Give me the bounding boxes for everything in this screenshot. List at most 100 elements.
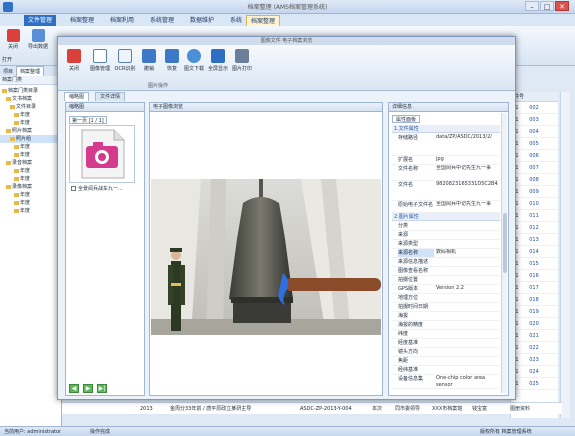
tab-file-details[interactable]: 文件详情 <box>95 92 126 101</box>
property-row[interactable]: 存储路径 data/ZP/ASDC/2013/2/ <box>392 134 500 156</box>
property-row[interactable]: 来源信息描述 <box>392 258 500 267</box>
table-row[interactable]: 1 007 <box>511 162 558 174</box>
tree-item-selected[interactable]: 照片组 <box>0 135 61 143</box>
property-row[interactable]: 文件名称 全国阅兵中记先生九一事 <box>392 165 500 181</box>
property-row[interactable]: 来源 <box>392 231 500 240</box>
tree-item[interactable]: 档案门类目录 <box>0 87 61 95</box>
image-thumbnail[interactable] <box>69 125 135 183</box>
property-row[interactable]: 图像查看名称 <box>392 267 500 276</box>
thumbnail-checkbox[interactable]: 全景阅兵战车九一... <box>71 185 143 193</box>
minimize-button[interactable]: – <box>525 1 539 11</box>
undo-button[interactable]: 撤销 <box>138 49 160 72</box>
tree-item[interactable]: 文书档案 <box>0 95 61 103</box>
table-row[interactable]: 1 018 <box>511 294 558 306</box>
file-properties-group[interactable]: 1.文件属性 <box>392 125 500 133</box>
property-row[interactable]: 焦距 <box>392 357 500 366</box>
table-row[interactable]: 1 015 <box>511 258 558 270</box>
property-row[interactable]: 扩展名 jpg <box>392 156 500 165</box>
tree-item[interactable]: 年度 <box>0 167 61 175</box>
property-row[interactable]: 纬度 <box>392 330 500 339</box>
table-row[interactable]: 1 021 <box>511 330 558 342</box>
close-button[interactable]: 关闭 <box>3 29 23 50</box>
maximize-button[interactable]: □ <box>540 1 554 11</box>
table-row[interactable]: 1 006 <box>511 150 558 162</box>
scroll-thumb[interactable] <box>503 213 507 273</box>
table-row[interactable]: 1 009 <box>511 186 558 198</box>
last-page-button[interactable]: ▶| <box>97 384 107 393</box>
tree-item[interactable]: 年度 <box>0 207 61 215</box>
tab-archive-use[interactable]: 档案利用 <box>106 15 138 26</box>
table-row[interactable]: 1 020 <box>511 318 558 330</box>
tree-item[interactable]: 文件目录 <box>0 103 61 111</box>
redo-button[interactable]: 恢复 <box>161 49 183 72</box>
tree-item[interactable]: 年度 <box>0 175 61 183</box>
table-row[interactable]: 1 002 <box>511 102 558 114</box>
property-row[interactable]: 分类 <box>392 222 500 231</box>
tree-item[interactable]: 年度 <box>0 119 61 127</box>
table-row[interactable]: 1 019 <box>511 306 558 318</box>
ocr-button[interactable]: OCR识别 <box>114 49 136 72</box>
tab-data-maintain[interactable]: 数据维护 <box>186 15 218 26</box>
property-row[interactable]: 地理方位 <box>392 294 500 303</box>
tree-item[interactable]: 照片档案 <box>0 127 61 135</box>
column-header-item-number[interactable]: 件号 <box>511 92 558 102</box>
property-panel-tab[interactable]: 属性面板 <box>392 115 421 123</box>
tree-item[interactable]: 年度 <box>0 111 61 119</box>
table-row[interactable]: 1 022 <box>511 342 558 354</box>
table-row[interactable]: 1 010 <box>511 198 558 210</box>
photo-display[interactable] <box>151 179 381 335</box>
table-row[interactable]: 1 024 <box>511 366 558 378</box>
download-button[interactable]: 图文下载 <box>183 49 205 72</box>
property-row[interactable]: 经度基准 <box>392 339 500 348</box>
tree-item[interactable]: 录像档案 <box>0 183 61 191</box>
table-row[interactable]: 1 012 <box>511 222 558 234</box>
detail-scrollbar[interactable] <box>501 113 507 393</box>
tab-archive-organize-active[interactable]: 档案整理 <box>246 15 281 26</box>
table-row[interactable]: 1 023 <box>511 354 558 366</box>
image-manage-button[interactable]: 图像管理 <box>89 49 111 72</box>
table-row[interactable]: 1 005 <box>511 138 558 150</box>
property-row[interactable]: 来源类型 <box>392 240 500 249</box>
tree-item[interactable]: 录音档案 <box>0 159 61 167</box>
fullscreen-button[interactable]: 全屏显示 <box>207 49 229 72</box>
dialog-close-button[interactable]: 关闭 <box>63 49 85 72</box>
print-button[interactable]: 图片打印 <box>231 49 253 72</box>
table-row[interactable]: 1 004 <box>511 126 558 138</box>
tree-item[interactable]: 年度 <box>0 191 61 199</box>
table-row[interactable]: 1 017 <box>511 282 558 294</box>
table-row[interactable]: 1 013 <box>511 234 558 246</box>
property-row[interactable]: 拍摄时间日期 <box>392 303 500 312</box>
property-row[interactable]: 海拔 <box>392 312 500 321</box>
tab-archive-organize[interactable]: 档案整理 <box>66 15 98 26</box>
tab-file-management[interactable]: 文件管理 <box>24 15 57 26</box>
tab-system[interactable]: 系统 <box>226 15 246 26</box>
table-row[interactable]: 2013 金周分33年前 / 唐平原政立某研主导 ASDC-ZP-2013-Y-… <box>62 402 562 414</box>
table-row[interactable]: 1 008 <box>511 174 558 186</box>
table-row[interactable]: 1 016 <box>511 270 558 282</box>
table-row[interactable]: 1 014 <box>511 246 558 258</box>
export-data-button[interactable]: 导出数据 <box>28 29 48 50</box>
table-row[interactable]: 1 011 <box>511 210 558 222</box>
property-row[interactable]: 海拔的精度 <box>392 321 500 330</box>
tree-item[interactable]: 年度 <box>0 199 61 207</box>
table-row[interactable]: 1 003 <box>511 114 558 126</box>
property-row[interactable]: 设备信息集 One-chip color area sensor <box>392 375 500 389</box>
left-tab-archive[interactable]: 档案整理 <box>16 66 45 76</box>
tab-system-admin[interactable]: 系统管理 <box>146 15 178 26</box>
tree-item[interactable]: 年度 <box>0 143 61 151</box>
prev-page-button[interactable]: ◀ <box>69 384 79 393</box>
property-row[interactable]: 经纬基准 <box>392 366 500 375</box>
next-page-button[interactable]: ▶ <box>83 384 93 393</box>
property-row[interactable]: GPS版本 Version 2.2 <box>392 285 500 294</box>
property-row[interactable]: 镜头方向 <box>392 348 500 357</box>
table-row[interactable]: 1 025 <box>511 378 558 390</box>
records-scrollbar[interactable] <box>560 92 570 418</box>
property-row[interactable]: 拍摄位置 <box>392 276 500 285</box>
tab-thumbnails[interactable]: 缩略图 <box>64 92 90 101</box>
image-properties-group[interactable]: 2.图片属性 <box>392 213 500 221</box>
tree-item[interactable]: 年度 <box>0 151 61 159</box>
property-row[interactable]: 来源名称 数码相机 <box>392 249 500 258</box>
property-row[interactable]: 原始电子文件名 全国阅兵中记先生九一事 <box>392 201 500 213</box>
property-row[interactable]: 文件名 9820823165331D5C2B4A00E5CEF27.jpg <box>392 181 500 201</box>
close-window-button[interactable]: ✕ <box>555 1 569 11</box>
